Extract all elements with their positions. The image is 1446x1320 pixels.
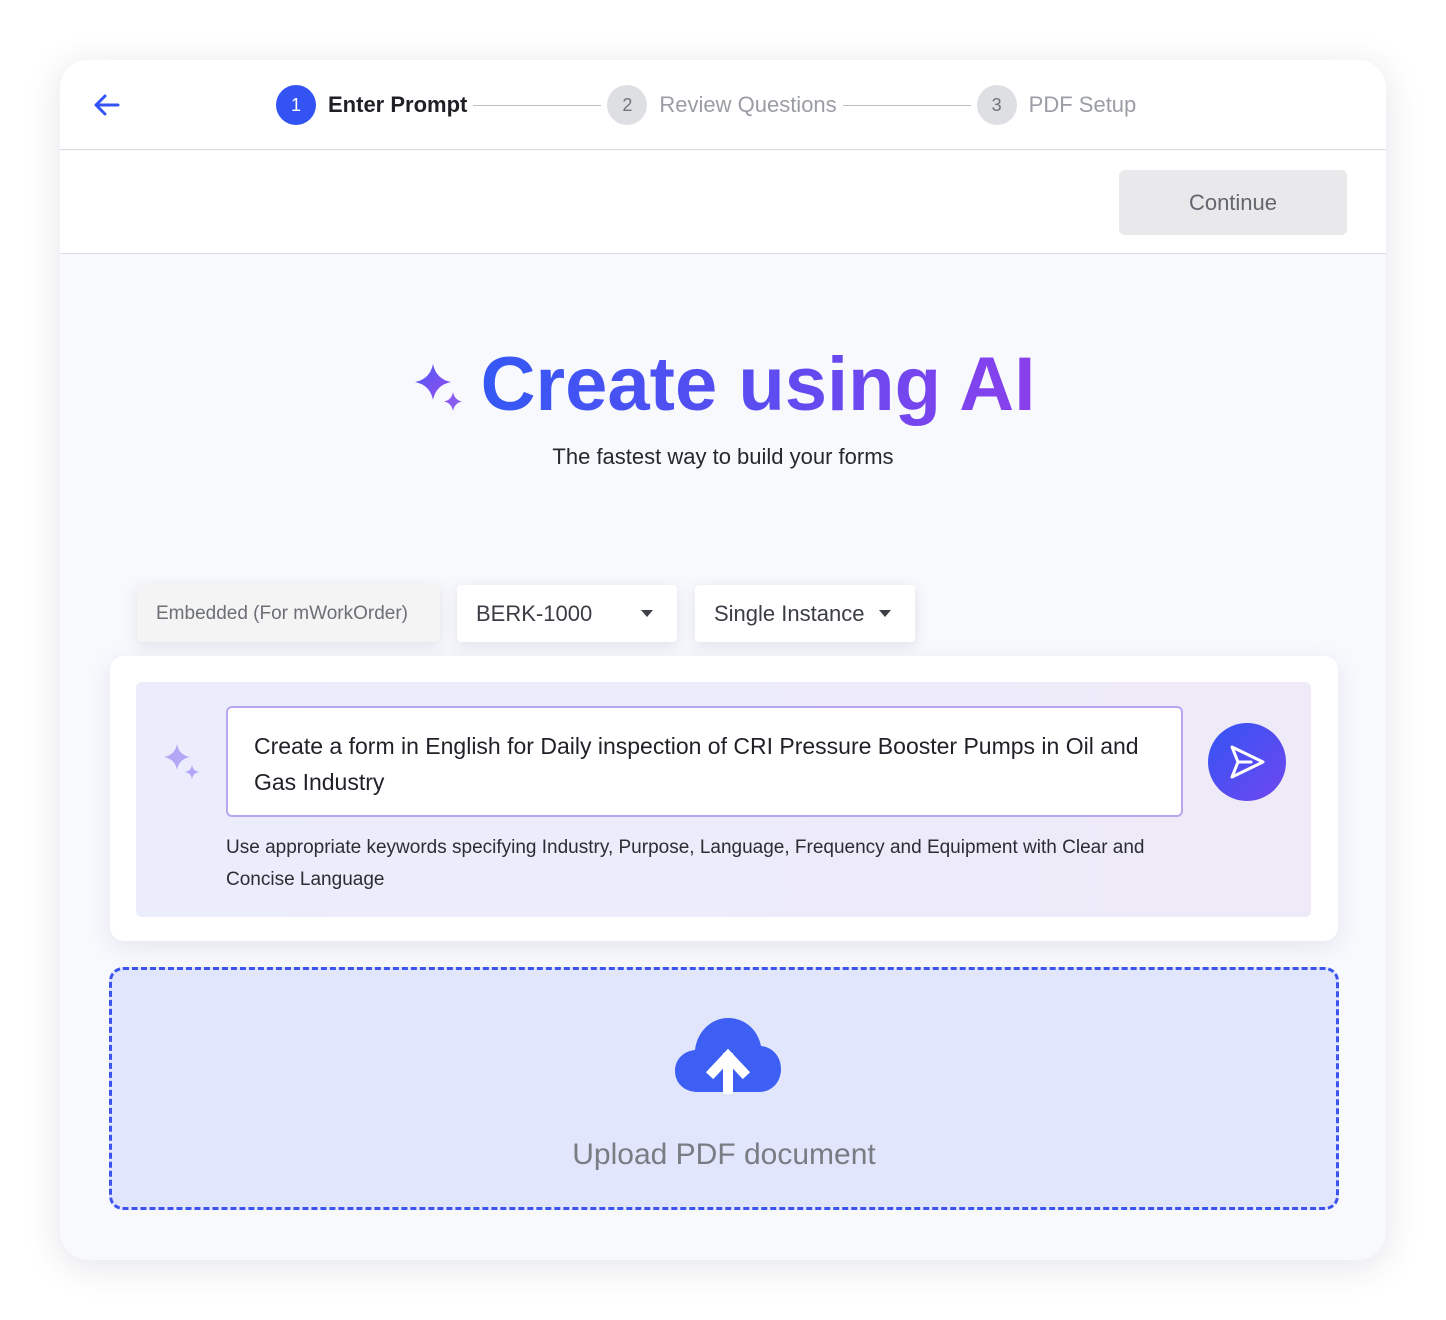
step-number: 3 (976, 85, 1017, 125)
step-number: 2 (607, 85, 648, 125)
upload-label: Upload PDF document (572, 1138, 876, 1171)
action-bar: Continue (60, 151, 1386, 254)
prompt-panel: Create a form in English for Daily inspe… (136, 682, 1311, 917)
step-enter-prompt[interactable]: 1 Enter Prompt (276, 85, 467, 125)
back-button[interactable] (86, 85, 126, 125)
step-label: Enter Prompt (328, 92, 468, 117)
asset-dropdown[interactable]: BERK-1000 (457, 585, 677, 642)
prompt-input[interactable]: Create a form in English for Daily inspe… (226, 706, 1183, 817)
prompt-hint: Use appropriate keywords specifying Indu… (226, 837, 1145, 890)
app-window: 1 Enter Prompt 2 Review Questions 3 PDF … (60, 60, 1386, 1260)
step-label: PDF Setup (1028, 92, 1137, 117)
cloud-upload-icon (675, 1018, 781, 1094)
embedded-toggle[interactable]: Embedded (For mWorkOrder) (137, 585, 440, 642)
send-button[interactable] (1208, 723, 1286, 801)
stepper-header: 1 Enter Prompt 2 Review Questions 3 PDF … (60, 60, 1386, 150)
arrow-left-icon (94, 94, 120, 116)
send-icon (1230, 745, 1265, 779)
asset-dropdown-value: BERK-1000 (476, 600, 593, 626)
stepper: 1 Enter Prompt 2 Review Questions 3 PDF … (276, 85, 1136, 125)
step-connector (473, 104, 602, 106)
step-review-questions[interactable]: 2 Review Questions (607, 85, 837, 125)
instance-dropdown-value: Single Instance (714, 600, 865, 626)
sparkle-icon (414, 364, 462, 411)
page-subtitle: The fastest way to build your forms (552, 444, 894, 469)
hero-heading: Create using AI (60, 340, 1386, 430)
step-connector (842, 104, 971, 106)
continue-button[interactable]: Continue (1119, 170, 1347, 235)
step-pdf-setup[interactable]: 3 PDF Setup (976, 85, 1137, 125)
prompt-card: Create a form in English for Daily inspe… (110, 656, 1338, 941)
page-title: Create using AI (481, 340, 1036, 430)
pdf-upload-dropzone[interactable]: Upload PDF document (109, 967, 1339, 1210)
step-label: Review Questions (659, 92, 837, 117)
caret-down-icon (879, 610, 891, 617)
instance-dropdown[interactable]: Single Instance (695, 585, 915, 642)
sparkle-icon (164, 744, 199, 779)
caret-down-icon (641, 610, 653, 617)
step-number: 1 (276, 85, 316, 125)
